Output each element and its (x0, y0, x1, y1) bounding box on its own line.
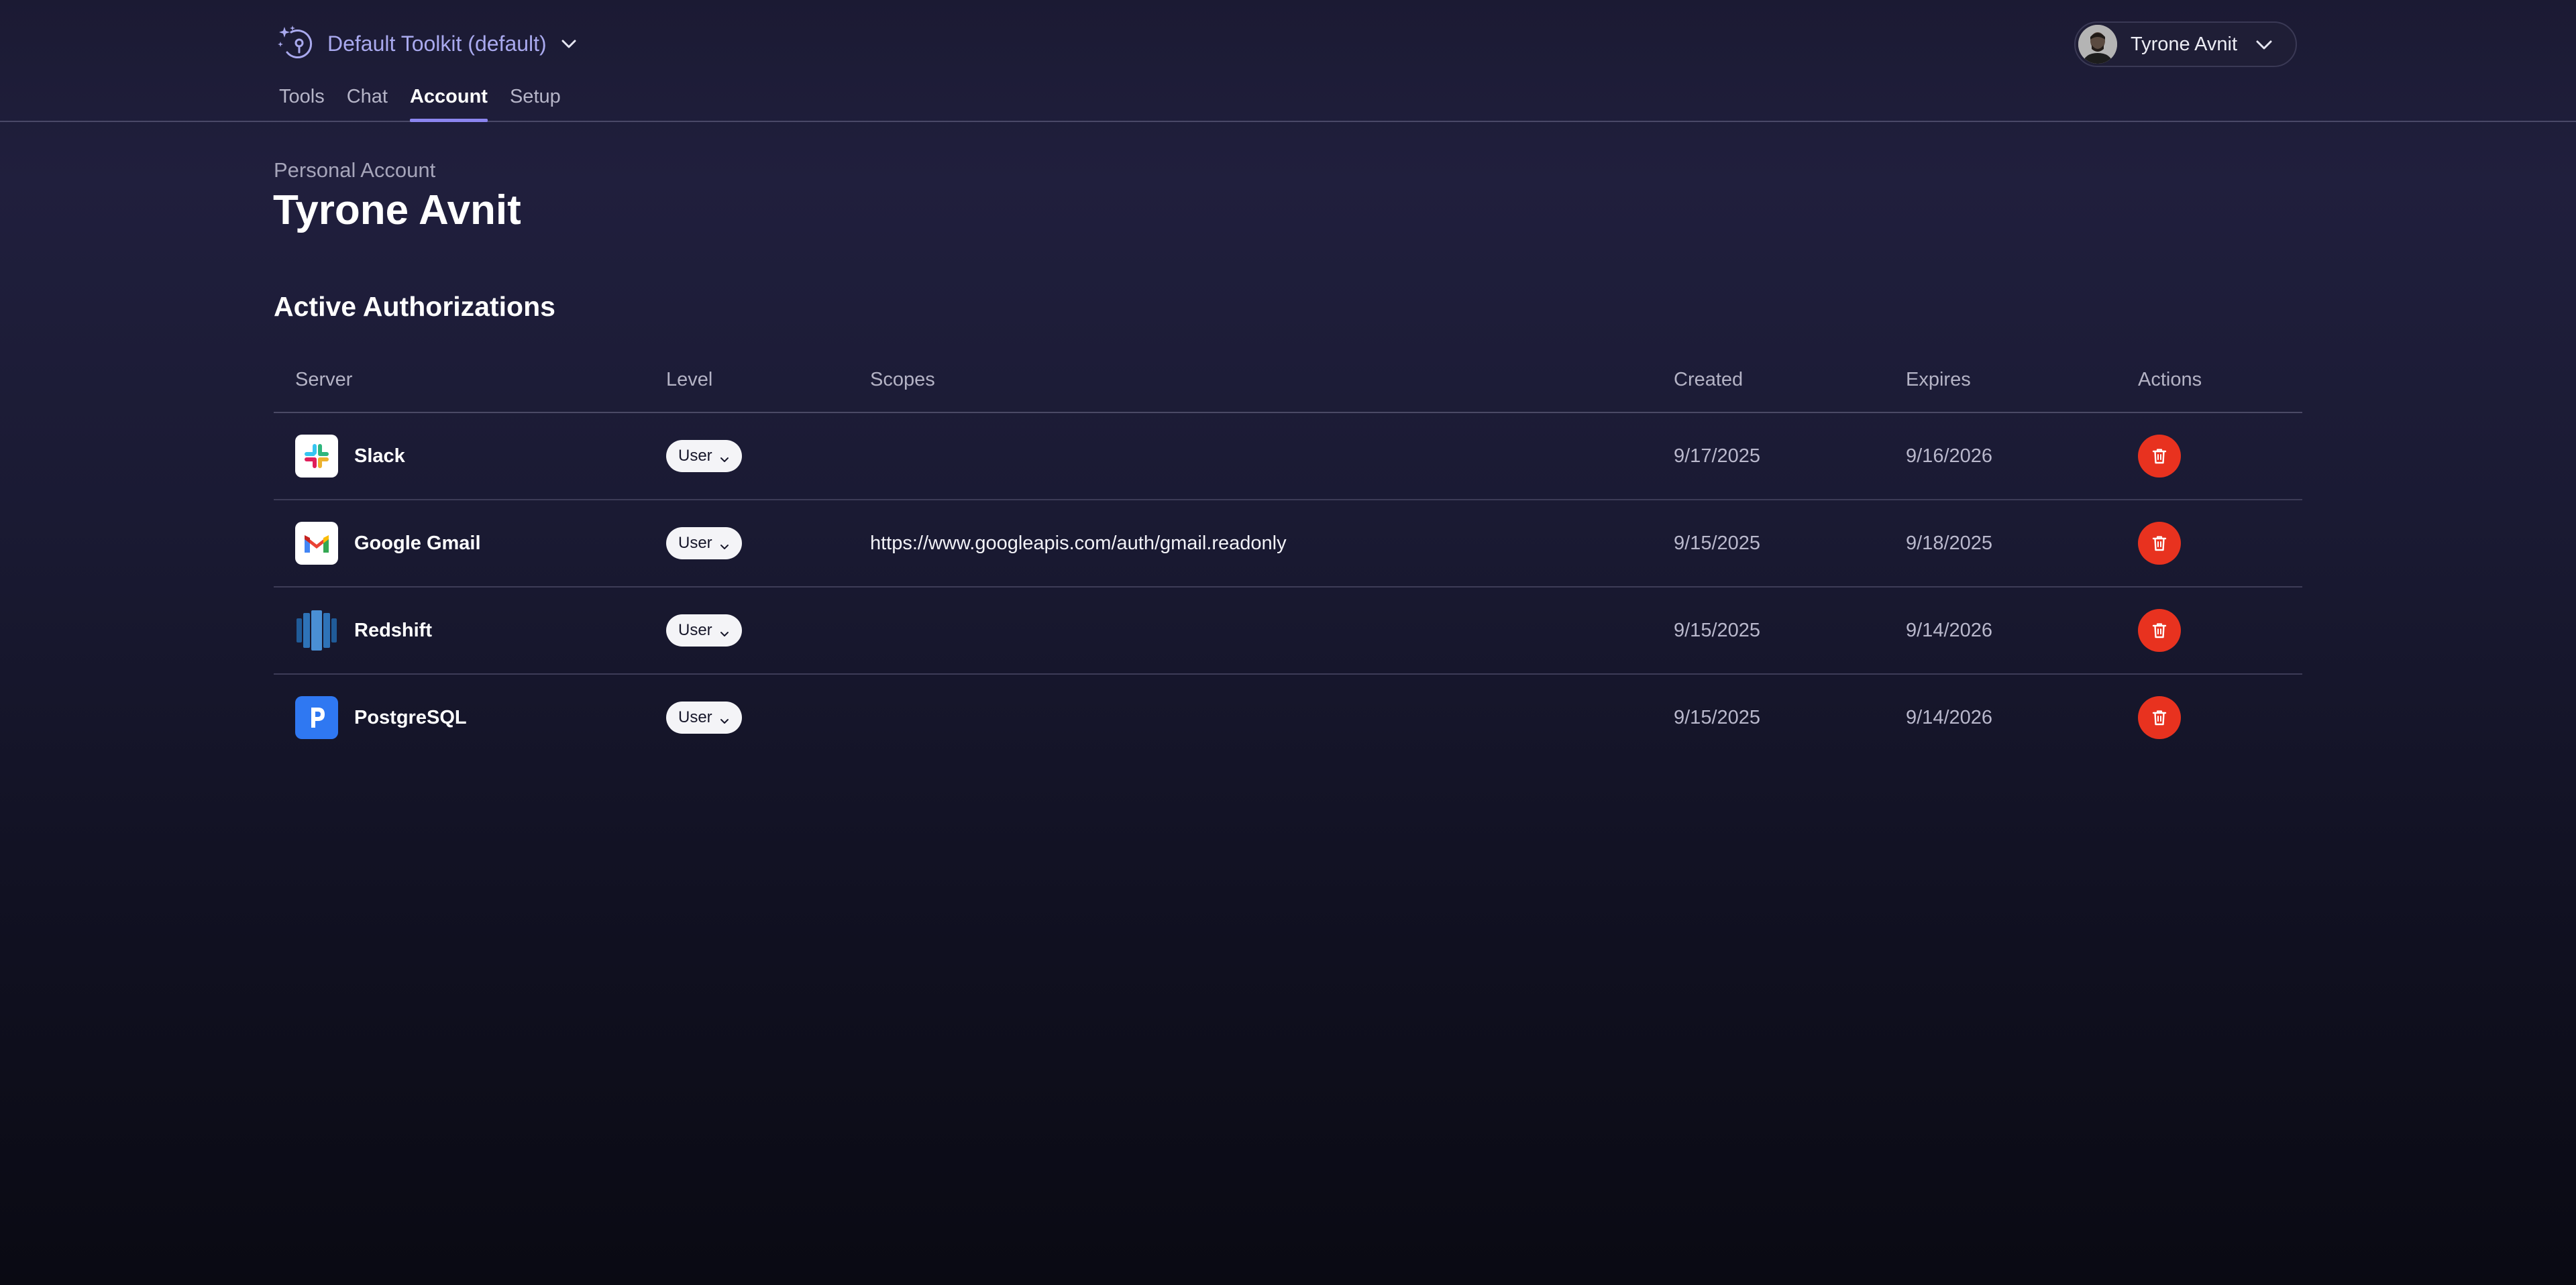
column-header-created: Created (1674, 369, 1743, 390)
column-header-level: Level (666, 369, 713, 390)
chevron-down-icon (719, 538, 730, 549)
actions-cell (2138, 413, 2181, 499)
created-date: 9/15/2025 (1674, 532, 1761, 554)
trash-icon (2152, 536, 2167, 551)
created-date: 9/15/2025 (1674, 619, 1761, 641)
delete-authorization-button[interactable] (2138, 609, 2181, 652)
scopes-cell: https://www.googleapis.com/auth/gmail.re… (870, 500, 1287, 586)
user-name: Tyrone Avnit (2131, 33, 2238, 55)
expires-date: 9/14/2026 (1906, 706, 1993, 728)
expires-cell: 9/16/2026 (1906, 413, 1992, 499)
toolkit-selector[interactable]: Default Toolkit (default) (276, 23, 579, 64)
created-date: 9/15/2025 (1674, 706, 1761, 728)
column-header-actions: Actions (2138, 369, 2202, 390)
table-row: Redshift User 9/15/2025 9/14/2026 (274, 588, 2302, 675)
trash-icon (2152, 449, 2167, 464)
expires-date: 9/16/2026 (1906, 445, 1993, 467)
chevron-down-icon (559, 34, 579, 54)
server-cell: PostgreSQL (295, 675, 467, 761)
level-select[interactable]: User (666, 702, 742, 734)
authorizations-table: Server Level Scopes Created Expires Acti… (274, 355, 2302, 762)
top-header: Default Toolkit (default) Tools Chat Acc… (0, 0, 2576, 122)
toolkit-sparkle-icon (276, 23, 318, 64)
toolkit-name: Default Toolkit (default) (327, 31, 547, 56)
server-cell: Redshift (295, 588, 432, 673)
chevron-down-icon (719, 625, 730, 636)
chevron-down-icon (719, 712, 730, 724)
actions-cell (2138, 500, 2181, 586)
expires-cell: 9/14/2026 (1906, 588, 1992, 673)
page-title: Tyrone Avnit (273, 187, 521, 233)
server-name: PostgreSQL (354, 706, 467, 728)
chevron-down-icon (719, 451, 730, 462)
created-cell: 9/15/2025 (1674, 500, 1760, 586)
server-name: Google Gmail (354, 532, 481, 554)
expires-cell: 9/18/2025 (1906, 500, 1992, 586)
tab-tools[interactable]: Tools (279, 80, 325, 122)
level-cell: User (666, 675, 742, 761)
level-cell: User (666, 500, 742, 586)
column-header-expires: Expires (1906, 369, 1971, 390)
level-value: User (678, 534, 712, 552)
server-cell: Google Gmail (295, 500, 481, 586)
level-value: User (678, 621, 712, 639)
created-cell: 9/17/2025 (1674, 413, 1760, 499)
gmail-logo-icon (295, 522, 338, 565)
user-menu-button[interactable]: Tyrone Avnit (2074, 21, 2297, 67)
tab-account[interactable]: Account (409, 80, 488, 122)
main-tabs: Tools Chat Account Setup (279, 80, 583, 122)
delete-authorization-button[interactable] (2138, 435, 2181, 478)
created-cell: 9/15/2025 (1674, 675, 1760, 761)
level-select[interactable]: User (666, 440, 742, 472)
level-value: User (678, 708, 712, 726)
trash-icon (2152, 623, 2167, 638)
column-header-server: Server (295, 369, 353, 390)
redshift-logo-icon (295, 609, 338, 652)
expires-date: 9/14/2026 (1906, 619, 1993, 641)
expires-cell: 9/14/2026 (1906, 675, 1992, 761)
avatar (2078, 25, 2117, 64)
server-name: Slack (354, 445, 405, 467)
created-date: 9/17/2025 (1674, 445, 1761, 467)
tab-chat[interactable]: Chat (347, 80, 388, 122)
level-value: User (678, 447, 712, 465)
scope-value: https://www.googleapis.com/auth/gmail.re… (870, 532, 1287, 554)
table-row: Google Gmail User https://www.googleapis… (274, 500, 2302, 588)
level-select[interactable]: User (666, 614, 742, 647)
slack-logo-icon (295, 435, 338, 478)
section-title: Active Authorizations (274, 291, 555, 322)
created-cell: 9/15/2025 (1674, 588, 1760, 673)
table-row: PostgreSQL User 9/15/2025 9/14/2026 (274, 675, 2302, 762)
server-name: Redshift (354, 619, 432, 641)
table-row: Slack User 9/17/2025 9/16/2026 (274, 413, 2302, 500)
page-subtitle: Personal Account (274, 158, 436, 182)
level-select[interactable]: User (666, 527, 742, 559)
tab-setup[interactable]: Setup (510, 80, 561, 122)
postgresql-logo-icon (295, 696, 338, 739)
level-cell: User (666, 588, 742, 673)
delete-authorization-button[interactable] (2138, 696, 2181, 739)
delete-authorization-button[interactable] (2138, 522, 2181, 565)
actions-cell (2138, 675, 2181, 761)
server-cell: Slack (295, 413, 405, 499)
expires-date: 9/18/2025 (1906, 532, 1993, 554)
actions-cell (2138, 588, 2181, 673)
column-header-scopes: Scopes (870, 369, 935, 390)
level-cell: User (666, 413, 742, 499)
table-header: Server Level Scopes Created Expires Acti… (274, 355, 2302, 413)
trash-icon (2152, 710, 2167, 726)
chevron-down-icon (2253, 34, 2275, 55)
